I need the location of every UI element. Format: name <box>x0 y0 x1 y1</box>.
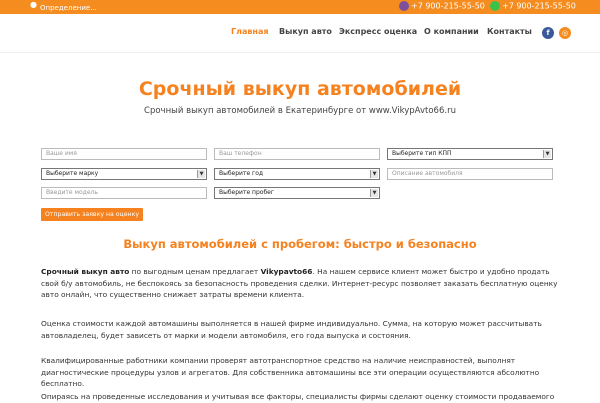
submit-evaluation-button[interactable]: Отправить заявку на оценку <box>41 208 143 221</box>
viber-icon <box>399 1 409 11</box>
instagram-icon[interactable]: ◎ <box>559 27 571 39</box>
highlight-company-name: Vikypavto66 <box>260 267 313 276</box>
chevron-down-icon: ▼ <box>197 170 205 178</box>
year-select[interactable]: Выберите год ▼ <box>214 168 380 180</box>
article-paragraph-2: Оценка стоимости каждой автомашины выпол… <box>41 319 542 340</box>
mileage-select[interactable]: Выберите пробег ▼ <box>214 187 380 199</box>
brand-select[interactable]: Выберите марку ▼ <box>41 168 207 180</box>
location-label: Определение... <box>40 4 97 12</box>
name-input[interactable]: Ваше имя <box>41 148 207 160</box>
chevron-down-icon: ▼ <box>543 150 551 158</box>
facebook-icon[interactable]: f <box>542 27 554 39</box>
model-input[interactable]: Введите модель <box>41 187 207 199</box>
chevron-down-icon: ▼ <box>370 189 378 197</box>
phone-number-2: +7 900-215-55-50 <box>502 1 576 11</box>
nav-item-buy-car[interactable]: Выкуп авто <box>279 27 332 36</box>
location-pin-icon: ● <box>30 0 37 9</box>
article-paragraph-3: Квалифицированные работники компании про… <box>41 356 540 389</box>
page-title: Срочный выкуп автомобилей <box>138 78 462 100</box>
article-paragraph-1: Срочный выкуп авто по выгодным ценам пре… <box>41 266 561 301</box>
nav-item-express-evaluation[interactable]: Экспресс оценка <box>339 27 417 36</box>
nav-item-about[interactable]: О компании <box>424 27 479 36</box>
transmission-select-value: Выберите тип КПП <box>392 150 452 157</box>
article-paragraph-4: Опираясь на проведенные исследования и у… <box>41 392 555 401</box>
phone-whatsapp[interactable]: +7 900-215-55-50 <box>490 1 576 11</box>
phone-number-1: +7 900-215-55-50 <box>411 1 485 11</box>
nav-item-home[interactable]: Главная <box>231 27 268 36</box>
whatsapp-icon <box>490 1 500 11</box>
page-subtitle: Срочный выкуп автомобилей в Екатеринбург… <box>144 106 456 116</box>
transmission-select[interactable]: Выберите тип КПП ▼ <box>387 148 553 160</box>
year-select-value: Выберите год <box>219 170 264 177</box>
main-navbar: Главная Выкуп авто Экспресс оценка О ком… <box>0 14 600 53</box>
top-bar: ● Определение... +7 900-215-55-50 +7 900… <box>0 0 600 14</box>
section-title: Выкуп автомобилей с пробегом: быстро и б… <box>123 237 477 251</box>
highlight-service-name: Срочный выкуп авто <box>41 267 130 276</box>
paragraph-text: по выгодным ценам предлагает <box>129 267 261 276</box>
phone-input[interactable]: Ваш телефон <box>214 148 380 160</box>
phone-viber[interactable]: +7 900-215-55-50 <box>399 1 485 11</box>
car-description-input[interactable]: Описание автомобиля <box>387 168 553 180</box>
brand-select-value: Выберите марку <box>46 170 99 177</box>
mileage-select-value: Выберите пробег <box>219 189 274 196</box>
nav-item-contacts[interactable]: Контакты <box>487 27 532 36</box>
chevron-down-icon: ▼ <box>370 170 378 178</box>
